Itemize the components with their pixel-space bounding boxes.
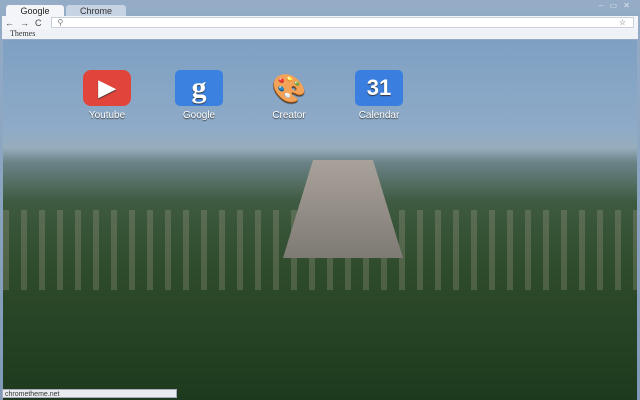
app-label: Google (182, 110, 216, 121)
forward-button[interactable]: → (20, 18, 29, 28)
browser-frame: Google Chrome – ▭ ✕ ← → C ⚲ ☆ Themes ▶ Y… (0, 0, 640, 400)
app-label: Youtube (88, 110, 126, 121)
app-google[interactable]: g Google (164, 70, 234, 121)
toolbar: ← → C ⚲ ☆ (2, 16, 638, 29)
app-creator[interactable]: 🎨 Creator (254, 70, 324, 122)
new-tab-page: ▶ Youtube g Google 🎨 Creator 31 Calendar (3, 40, 637, 400)
app-calendar[interactable]: 31 Calendar (344, 70, 414, 121)
app-youtube[interactable]: ▶ Youtube (72, 70, 142, 121)
status-bar: chrometheme.net (2, 389, 177, 398)
palette-icon: 🎨 (271, 72, 307, 104)
app-label: Creator (272, 110, 306, 121)
search-icon: ⚲ (57, 18, 64, 27)
calendar-icon: 31 (355, 70, 403, 106)
app-label: Calendar (358, 110, 400, 121)
star-icon[interactable]: ☆ (619, 18, 626, 27)
window-controls[interactable]: – ▭ ✕ (599, 1, 632, 10)
reload-button[interactable]: C (35, 18, 42, 28)
youtube-icon: ▶ (83, 70, 131, 106)
back-button[interactable]: ← (5, 18, 14, 28)
bookmarks-bar: Themes (2, 29, 638, 39)
background-temple (283, 160, 403, 258)
bookmark-themes[interactable]: Themes (10, 29, 35, 38)
address-bar[interactable]: ⚲ ☆ (50, 17, 634, 28)
google-icon: g (175, 70, 223, 106)
